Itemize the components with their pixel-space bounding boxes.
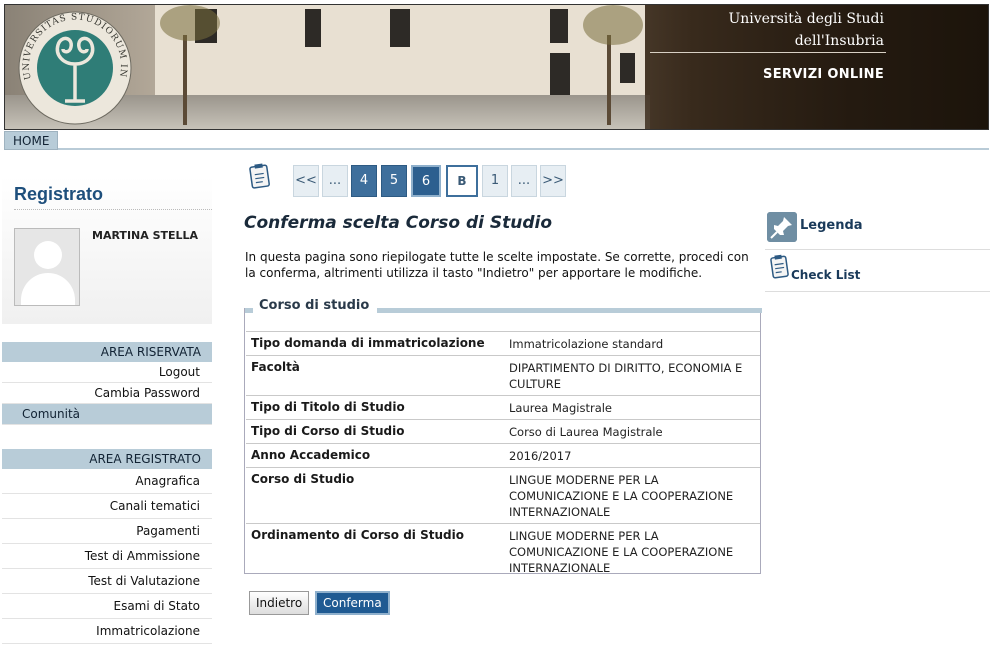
university-logo: UNIVERSITAS STUDIORUM INSUBRIAE bbox=[13, 9, 132, 125]
row-value: Corso di Laurea Magistrale bbox=[509, 425, 663, 439]
sidebar-item-anagrafica[interactable]: Anagrafica bbox=[2, 469, 212, 494]
pager-step-6-current[interactable]: 6 bbox=[411, 165, 441, 197]
table-row: Ordinamento di Corso di Studio LINGUE MO… bbox=[246, 523, 760, 580]
sidebar-item-canali-tematici[interactable]: Canali tematici bbox=[2, 494, 212, 519]
row-label: Tipo di Titolo di Studio bbox=[251, 400, 405, 414]
back-button[interactable]: Indietro bbox=[249, 591, 310, 615]
top-menubar: HOME bbox=[4, 131, 989, 150]
legenda-label: Legenda bbox=[800, 218, 863, 233]
checklist-icon bbox=[770, 254, 789, 279]
right-panel: Legenda Check List bbox=[765, 208, 990, 292]
services-title: SERVIZI ONLINE bbox=[763, 67, 884, 82]
divider bbox=[14, 209, 212, 210]
university-name-line2: dell'Insubria bbox=[794, 33, 884, 49]
row-label: Facoltà bbox=[251, 360, 300, 374]
row-value: Laurea Magistrale bbox=[509, 401, 613, 415]
user-box: Registrato MARTINA STELLA bbox=[2, 176, 212, 324]
tree-foliage bbox=[583, 5, 643, 45]
checklist-link[interactable]: Check List bbox=[765, 250, 990, 292]
home-tab[interactable]: HOME bbox=[4, 131, 59, 150]
window bbox=[550, 9, 568, 43]
sidebar-item-comunita[interactable]: Comunità bbox=[2, 404, 212, 425]
university-name-line1: Università degli Studi bbox=[728, 11, 884, 27]
avatar bbox=[14, 228, 80, 306]
tree-trunk bbox=[607, 35, 611, 125]
confirm-button[interactable]: Conferma bbox=[315, 591, 390, 615]
pager-ellipsis: ... bbox=[511, 165, 537, 197]
sidebar-item-logout[interactable]: Logout bbox=[2, 362, 212, 383]
table-row: Facoltà DIPARTIMENTO DI DIRITTO, ECONOMI… bbox=[246, 355, 760, 396]
row-label: Ordinamento di Corso di Studio bbox=[251, 528, 464, 542]
row-value: DIPARTIMENTO DI DIRITTO, ECONOMIA E CULT… bbox=[509, 361, 743, 391]
pager-step-1[interactable]: 1 bbox=[482, 165, 508, 197]
window bbox=[620, 53, 635, 83]
tree-trunk bbox=[183, 35, 187, 125]
checklist-icon[interactable] bbox=[248, 163, 272, 189]
section-heading-area-registrato: AREA REGISTRATO bbox=[2, 449, 212, 469]
user-name: MARTINA STELLA bbox=[92, 229, 199, 242]
sidebar-title: Registrato bbox=[14, 184, 104, 204]
pager-step-b[interactable]: B bbox=[446, 165, 478, 197]
tree-foliage bbox=[160, 5, 220, 41]
table-row: Tipo di Corso di Studio Corso di Laurea … bbox=[246, 419, 760, 444]
table-row: Tipo domanda di immatricolazione Immatri… bbox=[246, 331, 760, 356]
avatar-body bbox=[21, 273, 75, 305]
pin-icon bbox=[767, 212, 797, 242]
sidebar-item-esami-stato[interactable]: Esami di Stato bbox=[2, 594, 212, 619]
window bbox=[550, 53, 570, 95]
row-value: LINGUE MODERNE PER LA COMUNICAZIONE E LA… bbox=[509, 529, 734, 575]
row-label: Corso di Studio bbox=[251, 472, 355, 486]
window bbox=[390, 9, 410, 47]
checklist-label: Check List bbox=[791, 268, 861, 282]
header-banner: UNIVERSITAS STUDIORUM INSUBRIAE Universi… bbox=[4, 4, 989, 130]
sidebar-item-immatricolazione[interactable]: Immatricolazione bbox=[2, 619, 212, 644]
study-summary-table: Tipo domanda di immatricolazione Immatri… bbox=[246, 331, 760, 579]
pager-first[interactable]: << bbox=[293, 165, 319, 197]
row-value: Immatricolazione standard bbox=[509, 337, 664, 351]
row-label: Anno Accademico bbox=[251, 448, 371, 462]
section-title: Corso di studio bbox=[253, 298, 378, 313]
section-heading-area-riservata: AREA RISERVATA bbox=[2, 342, 212, 362]
sidebar-item-test-ammissione[interactable]: Test di Ammissione bbox=[2, 544, 212, 569]
sidebar: Registrato MARTINA STELLA AREA RISERVATA… bbox=[2, 176, 212, 644]
sidebar-item-cambia-password[interactable]: Cambia Password bbox=[2, 383, 212, 404]
pager-last[interactable]: >> bbox=[540, 165, 566, 197]
table-row: Corso di Studio LINGUE MODERNE PER LA CO… bbox=[246, 467, 760, 524]
table-row: Anno Accademico 2016/2017 bbox=[246, 443, 760, 468]
row-label: Tipo di Corso di Studio bbox=[251, 424, 405, 438]
sidebar-item-pagamenti[interactable]: Pagamenti bbox=[2, 519, 212, 544]
sidebar-item-test-valutazione[interactable]: Test di Valutazione bbox=[2, 569, 212, 594]
row-label: Tipo domanda di immatricolazione bbox=[251, 336, 485, 350]
pager-step-4[interactable]: 4 bbox=[351, 165, 377, 197]
row-value: LINGUE MODERNE PER LA COMUNICAZIONE E LA… bbox=[509, 473, 734, 519]
header-divider bbox=[650, 52, 886, 53]
study-course-section: Corso di studio Tipo domanda di immatric… bbox=[244, 298, 762, 575]
avatar-head bbox=[34, 241, 62, 269]
legenda-link[interactable]: Legenda bbox=[765, 208, 990, 250]
pager-ellipsis: ... bbox=[322, 165, 348, 197]
window bbox=[305, 9, 321, 47]
pager-step-5[interactable]: 5 bbox=[381, 165, 407, 197]
page-title: Conferma scelta Corso di Studio bbox=[244, 213, 553, 233]
row-value: 2016/2017 bbox=[509, 449, 572, 463]
table-row: Tipo di Titolo di Studio Laurea Magistra… bbox=[246, 395, 760, 420]
intro-text: In questa pagina sono riepilogate tutte … bbox=[245, 250, 749, 280]
